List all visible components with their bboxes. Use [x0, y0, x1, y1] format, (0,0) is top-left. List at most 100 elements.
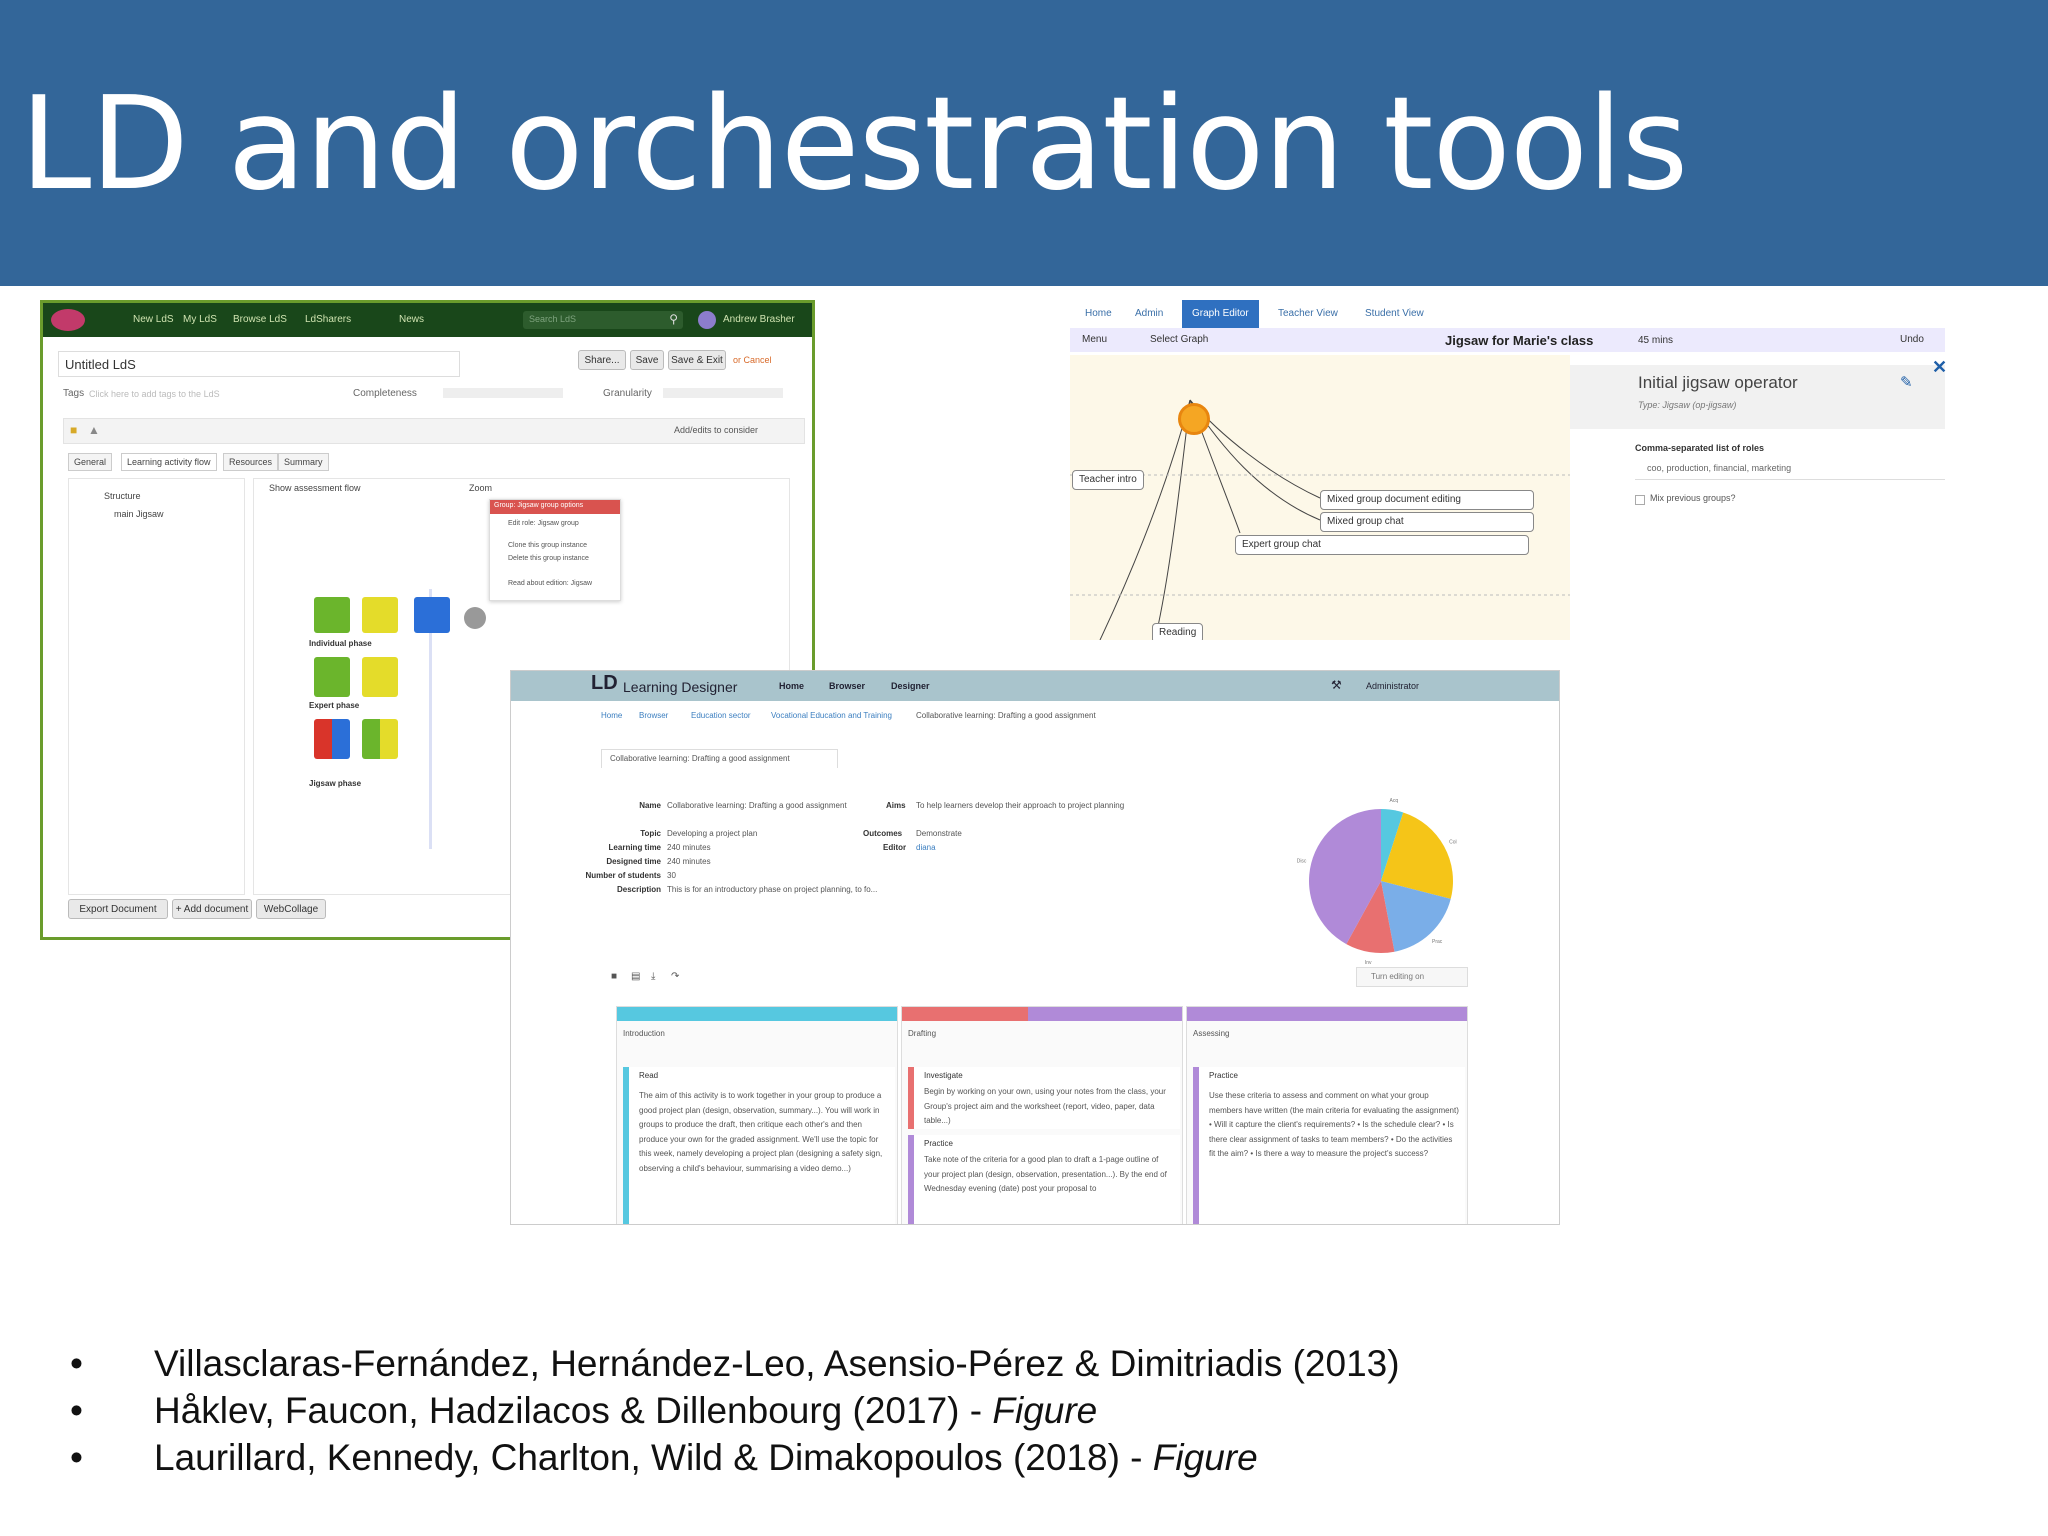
menu-item-delete[interactable]: Delete this group instance — [508, 555, 589, 562]
grid-view-icon[interactable]: ■ — [611, 971, 617, 982]
crumb-sector[interactable]: Education sector — [691, 711, 751, 720]
graph-duration: 45 mins — [1638, 335, 1674, 346]
puzzle-jigsaw-mixed-icon[interactable] — [314, 719, 350, 759]
roles-input[interactable]: coo, production, financial, marketing — [1635, 459, 1945, 480]
add-ldlets-link[interactable]: Add/edits to consider — [674, 425, 758, 435]
reference-figure-link[interactable]: Figure — [1153, 1437, 1258, 1478]
phase-jigsaw: Jigsaw phase — [309, 779, 362, 788]
activity-card[interactable]: Practice Use these criteria to assess an… — [1193, 1067, 1465, 1224]
column-color-bar — [617, 1007, 897, 1021]
graph-canvas[interactable]: Teacher intro Mixed group document editi… — [1070, 355, 1570, 640]
tab-resources[interactable]: Resources — [223, 453, 279, 471]
export-document-button[interactable]: Export Document — [68, 899, 168, 919]
close-icon[interactable]: ✕ — [1932, 357, 1947, 378]
panel-header: Initial jigsaw operator ✎ Type: Jigsaw (… — [1570, 365, 1945, 429]
tab-teacher-view[interactable]: Teacher View — [1278, 300, 1338, 328]
activity-card[interactable]: Practice Take note of the criteria for a… — [908, 1135, 1180, 1224]
puzzle-expert-yellow-icon[interactable] — [362, 657, 398, 697]
puzzle-blue-icon[interactable] — [414, 597, 450, 633]
mix-groups-checkbox[interactable] — [1635, 495, 1645, 505]
reference-figure-link[interactable]: Figure — [992, 1390, 1097, 1431]
title-banner: LD and orchestration tools — [0, 0, 2048, 286]
webcollage-button[interactable]: WebCollage — [256, 899, 326, 919]
menu-button[interactable]: Menu — [1082, 334, 1107, 345]
nav-my-lds[interactable]: My LdS — [183, 314, 217, 325]
tree-item-structure[interactable]: Structure — [104, 491, 141, 501]
wrench-icon[interactable]: ⚒ — [1331, 678, 1342, 692]
activity-title: Practice — [924, 1139, 953, 1148]
tab-admin[interactable]: Admin — [1135, 300, 1163, 328]
tab-student-view[interactable]: Student View — [1365, 300, 1424, 328]
save-exit-button[interactable]: Save & Exit — [668, 350, 726, 370]
activity-card[interactable]: Read The aim of this activity is to work… — [623, 1067, 895, 1224]
add-icon[interactable]: ▲ — [88, 423, 100, 437]
ld-nav-designer[interactable]: Designer — [891, 681, 930, 691]
ld-brand[interactable]: Learning Designer — [623, 679, 737, 695]
menu-item-edit-role[interactable]: Edit role: Jigsaw group — [508, 520, 579, 527]
menu-item-clone[interactable]: Clone this group instance — [508, 542, 587, 549]
share-icon[interactable]: ↷ — [671, 971, 679, 982]
node-mixed-doc-editing[interactable]: Mixed group document editing — [1320, 490, 1534, 510]
zoom-label[interactable]: Zoom — [469, 483, 492, 493]
doc-title-field[interactable]: Untitled LdS — [58, 351, 460, 377]
tree-item-jigsaw[interactable]: main Jigsaw — [114, 509, 164, 519]
user-name[interactable]: Andrew Brasher — [723, 314, 795, 325]
design-tab[interactable]: Collaborative learning: Drafting a good … — [601, 749, 838, 768]
group-operator-icon[interactable] — [1178, 403, 1210, 435]
graph-title: Jigsaw for Marie's class — [1445, 333, 1594, 348]
editor-link[interactable]: diana — [916, 843, 936, 852]
save-button[interactable]: Save — [630, 350, 664, 370]
column-introduction: Introduction Read The aim of this activi… — [616, 1006, 898, 1224]
puzzle-jigsaw-mixed2-icon[interactable] — [362, 719, 398, 759]
tab-graph-editor[interactable]: Graph Editor — [1182, 300, 1259, 328]
puzzle-yellow-icon[interactable] — [362, 597, 398, 633]
nav-ldsharers[interactable]: LdSharers — [305, 314, 351, 325]
tab-general[interactable]: General — [68, 453, 113, 471]
menu-header[interactable]: Group: Jigsaw group options — [490, 500, 620, 514]
puzzle-grey-icon[interactable] — [464, 607, 486, 629]
node-reading[interactable]: Reading — [1152, 623, 1204, 640]
ld-nav-browser[interactable]: Browser — [829, 681, 865, 691]
assessment-flow-toggle[interactable]: Show assessment flow — [269, 483, 361, 493]
pie-label: Col — [1449, 839, 1457, 845]
crumb-vet[interactable]: Vocational Education and Training — [771, 711, 892, 720]
puzzle-expert-green-icon[interactable] — [314, 657, 350, 697]
tab-home[interactable]: Home — [1085, 300, 1112, 328]
search-input[interactable]: Search LdS ⚲ — [523, 311, 683, 329]
ld-nav-home[interactable]: Home — [779, 681, 804, 691]
context-menu: Group: Jigsaw group options Edit role: J… — [489, 499, 621, 601]
crumb-home[interactable]: Home — [601, 711, 622, 720]
search-icon[interactable]: ⚲ — [669, 312, 678, 326]
crumb-browser[interactable]: Browser — [639, 711, 668, 720]
nav-browse-lds[interactable]: Browse LdS — [233, 314, 287, 325]
completeness-label: Completeness — [353, 388, 417, 399]
column-color-bar — [1187, 1007, 1467, 1021]
add-document-button[interactable]: + Add document — [172, 899, 252, 919]
node-mixed-group-chat[interactable]: Mixed group chat — [1320, 512, 1534, 532]
edit-icon[interactable]: ✎ — [1900, 373, 1913, 391]
granularity-bar — [663, 388, 783, 398]
select-graph-dropdown[interactable]: Select Graph — [1150, 334, 1208, 345]
tab-learning-activity-flow[interactable]: Learning activity flow — [121, 453, 217, 471]
cancel-link[interactable]: or Cancel — [733, 355, 772, 365]
list-view-icon[interactable]: ▤ — [631, 971, 640, 982]
undo-button[interactable]: Undo — [1900, 334, 1924, 345]
design-properties: Name Collaborative learning: Drafting a … — [585, 801, 1125, 894]
tags-hint[interactable]: Click here to add tags to the LdS — [89, 389, 220, 399]
puzzle-green-icon[interactable] — [314, 597, 350, 633]
node-teacher-intro[interactable]: Teacher intro — [1072, 470, 1144, 490]
ld-navbar: LD Learning Designer Home Browser Design… — [511, 671, 1559, 701]
roles-label: Comma-separated list of roles — [1635, 443, 1765, 453]
folder-icon[interactable]: ■ — [70, 423, 77, 437]
node-expert-group-chat[interactable]: Expert group chat — [1235, 535, 1529, 555]
turn-editing-button[interactable]: Turn editing on — [1356, 967, 1468, 987]
download-icon[interactable]: ⤓ — [651, 971, 655, 982]
nav-new-lds[interactable]: New LdS — [133, 314, 174, 325]
activity-card[interactable]: Investigate Begin by working on your own… — [908, 1067, 1180, 1129]
share-button[interactable]: Share... — [578, 350, 626, 370]
menu-item-read-about[interactable]: Read about edition: Jigsaw — [508, 580, 592, 587]
avatar[interactable] — [698, 311, 716, 329]
admin-user[interactable]: Administrator — [1366, 681, 1419, 691]
nav-news[interactable]: News — [399, 314, 424, 325]
tab-summary[interactable]: Summary — [278, 453, 329, 471]
